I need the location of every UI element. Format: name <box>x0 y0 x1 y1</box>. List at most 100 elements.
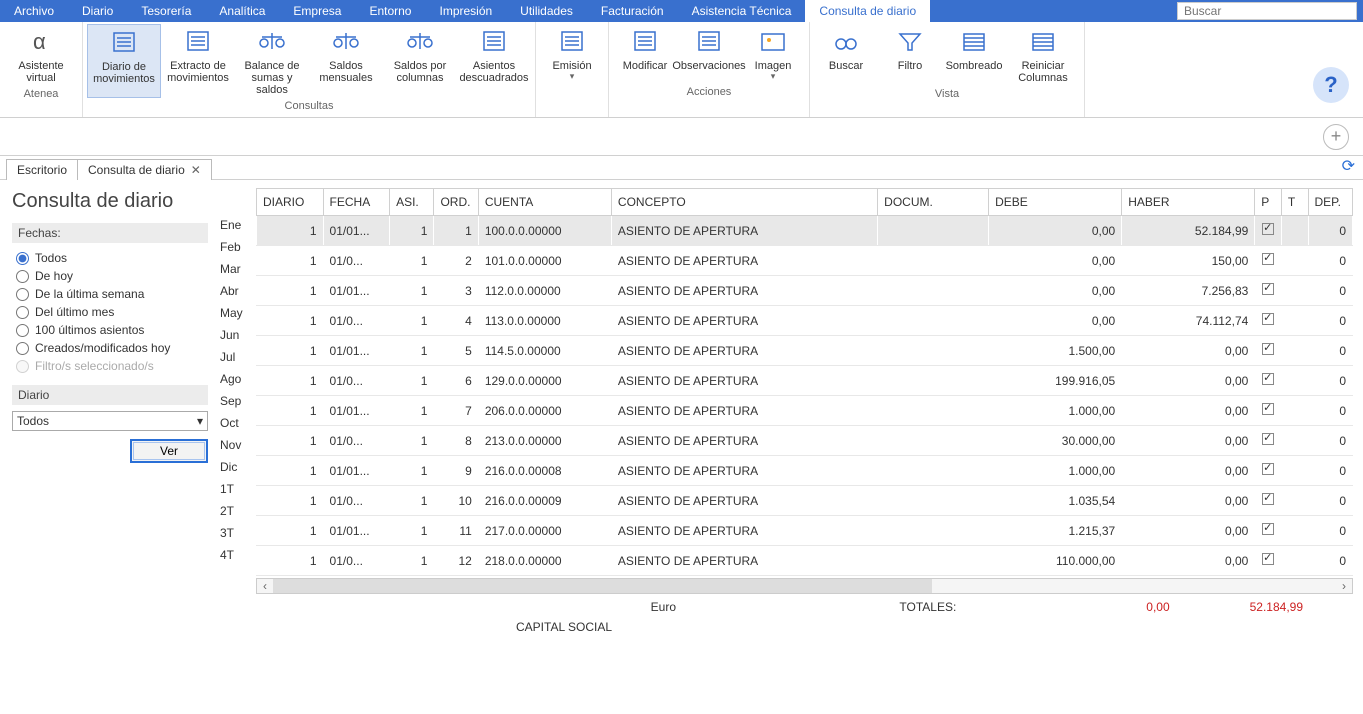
menu-item-tesorer-a[interactable]: Tesorería <box>127 0 205 22</box>
search-input[interactable] <box>1177 2 1357 20</box>
table-row[interactable]: 101/0...112218.0.0.00000ASIENTO DE APERT… <box>257 546 1353 576</box>
col-header[interactable]: DEBE <box>989 189 1122 216</box>
checkbox-p[interactable] <box>1262 403 1274 415</box>
menu-item-utilidades[interactable]: Utilidades <box>506 0 587 22</box>
ribbon-asientos-descuadrados[interactable]: Asientos descuadrados <box>457 24 531 98</box>
table-row[interactable]: 101/01...13112.0.0.00000ASIENTO DE APERT… <box>257 276 1353 306</box>
radio-input[interactable] <box>16 342 29 355</box>
month-nov[interactable]: Nov <box>216 434 256 456</box>
fechas-option-2[interactable]: De la última semana <box>12 285 208 303</box>
month-4t[interactable]: 4T <box>216 544 256 566</box>
col-header[interactable]: CUENTA <box>478 189 611 216</box>
ver-button[interactable]: Ver <box>130 439 208 463</box>
close-icon[interactable]: ✕ <box>191 163 201 177</box>
ribbon-emisión[interactable]: Emisión▾ <box>540 24 604 84</box>
col-header[interactable]: DIARIO <box>257 189 324 216</box>
ribbon-reiniciar-columnas[interactable]: Reiniciar Columnas <box>1006 24 1080 86</box>
data-grid[interactable]: DIARIOFECHAASI.ORD.CUENTACONCEPTODOCUM.D… <box>256 188 1353 576</box>
month-abr[interactable]: Abr <box>216 280 256 302</box>
month-may[interactable]: May <box>216 302 256 324</box>
col-header[interactable]: HABER <box>1122 189 1255 216</box>
month-jun[interactable]: Jun <box>216 324 256 346</box>
checkbox-p[interactable] <box>1262 523 1274 535</box>
month-mar[interactable]: Mar <box>216 258 256 280</box>
ribbon-balance-de-sumas-y-saldos[interactable]: Balance de sumas y saldos <box>235 24 309 98</box>
table-row[interactable]: 101/01...111217.0.0.00000ASIENTO DE APER… <box>257 516 1353 546</box>
month-ago[interactable]: Ago <box>216 368 256 390</box>
col-header[interactable]: ASI. <box>390 189 434 216</box>
month-ene[interactable]: Ene <box>216 214 256 236</box>
fechas-option-0[interactable]: Todos <box>12 249 208 267</box>
ribbon-saldos-mensuales[interactable]: Saldos mensuales <box>309 24 383 98</box>
ribbon-filtro[interactable]: Filtro <box>878 24 942 86</box>
month-1t[interactable]: 1T <box>216 478 256 500</box>
month-jul[interactable]: Jul <box>216 346 256 368</box>
table-row[interactable]: 101/01...11100.0.0.00000ASIENTO DE APERT… <box>257 216 1353 246</box>
horizontal-scrollbar[interactable]: ‹ › <box>256 578 1353 594</box>
checkbox-p[interactable] <box>1262 463 1274 475</box>
menu-item-facturaci-n[interactable]: Facturación <box>587 0 678 22</box>
month-sep[interactable]: Sep <box>216 390 256 412</box>
help-icon[interactable]: ? <box>1313 67 1349 103</box>
col-header[interactable]: ORD. <box>434 189 478 216</box>
table-row[interactable]: 101/0...16129.0.0.00000ASIENTO DE APERTU… <box>257 366 1353 396</box>
ribbon-buscar[interactable]: Buscar <box>814 24 878 86</box>
add-button[interactable]: + <box>1323 124 1349 150</box>
col-header[interactable]: T <box>1281 189 1308 216</box>
col-header[interactable]: DEP. <box>1308 189 1352 216</box>
checkbox-p[interactable] <box>1262 253 1274 265</box>
table-row[interactable]: 101/0...18213.0.0.00000ASIENTO DE APERTU… <box>257 426 1353 456</box>
ribbon-diario-de-movimientos[interactable]: Diario de movimientos <box>87 24 161 98</box>
ribbon-sombreado[interactable]: Sombreado <box>942 24 1006 86</box>
diario-select[interactable]: Todos ▾ <box>12 411 208 431</box>
table-row[interactable]: 101/0...12101.0.0.00000ASIENTO DE APERTU… <box>257 246 1353 276</box>
ribbon-imagen[interactable]: Imagen▾ <box>741 24 805 84</box>
menu-item-consulta-de-diario[interactable]: Consulta de diario <box>805 0 930 22</box>
checkbox-p[interactable] <box>1262 223 1274 235</box>
menu-item-asistencia-t-cnica[interactable]: Asistencia Técnica <box>678 0 806 22</box>
radio-input[interactable] <box>16 270 29 283</box>
scroll-left-icon[interactable]: ‹ <box>257 579 273 593</box>
menu-item-archivo[interactable]: Archivo <box>0 0 68 22</box>
radio-input[interactable] <box>16 288 29 301</box>
month-3t[interactable]: 3T <box>216 522 256 544</box>
col-header[interactable]: CONCEPTO <box>611 189 877 216</box>
checkbox-p[interactable] <box>1262 433 1274 445</box>
col-header[interactable]: FECHA <box>323 189 390 216</box>
radio-input[interactable] <box>16 306 29 319</box>
radio-input[interactable] <box>16 324 29 337</box>
fechas-option-3[interactable]: Del último mes <box>12 303 208 321</box>
checkbox-p[interactable] <box>1262 553 1274 565</box>
radio-input[interactable] <box>16 252 29 265</box>
refresh-icon[interactable]: ⟳ <box>1342 156 1355 176</box>
month-2t[interactable]: 2T <box>216 500 256 522</box>
table-row[interactable]: 101/0...110216.0.0.00009ASIENTO DE APERT… <box>257 486 1353 516</box>
month-oct[interactable]: Oct <box>216 412 256 434</box>
table-row[interactable]: 101/01...19216.0.0.00008ASIENTO DE APERT… <box>257 456 1353 486</box>
col-header[interactable]: P <box>1255 189 1282 216</box>
col-header[interactable]: DOCUM. <box>878 189 989 216</box>
menu-item-empresa[interactable]: Empresa <box>279 0 355 22</box>
fechas-option-1[interactable]: De hoy <box>12 267 208 285</box>
checkbox-p[interactable] <box>1262 343 1274 355</box>
fechas-option-5[interactable]: Creados/modificados hoy <box>12 339 208 357</box>
ribbon-extracto-de-movimientos[interactable]: Extracto de movimientos <box>161 24 235 98</box>
checkbox-p[interactable] <box>1262 493 1274 505</box>
fechas-option-4[interactable]: 100 últimos asientos <box>12 321 208 339</box>
menu-item-impresi-n[interactable]: Impresión <box>425 0 506 22</box>
ribbon-modificar[interactable]: Modificar <box>613 24 677 84</box>
table-row[interactable]: 101/01...15114.5.0.00000ASIENTO DE APERT… <box>257 336 1353 366</box>
checkbox-p[interactable] <box>1262 373 1274 385</box>
menu-item-diario[interactable]: Diario <box>68 0 127 22</box>
table-row[interactable]: 101/01...17206.0.0.00000ASIENTO DE APERT… <box>257 396 1353 426</box>
checkbox-p[interactable] <box>1262 313 1274 325</box>
checkbox-p[interactable] <box>1262 283 1274 295</box>
tab-escritorio[interactable]: Escritorio <box>6 159 78 180</box>
menu-item-entorno[interactable]: Entorno <box>355 0 425 22</box>
month-dic[interactable]: Dic <box>216 456 256 478</box>
ribbon-observaciones[interactable]: Observaciones <box>677 24 741 84</box>
table-row[interactable]: 101/0...14113.0.0.00000ASIENTO DE APERTU… <box>257 306 1353 336</box>
tab-consulta-de-diario[interactable]: Consulta de diario✕ <box>77 159 212 180</box>
scroll-right-icon[interactable]: › <box>1336 579 1352 593</box>
month-feb[interactable]: Feb <box>216 236 256 258</box>
